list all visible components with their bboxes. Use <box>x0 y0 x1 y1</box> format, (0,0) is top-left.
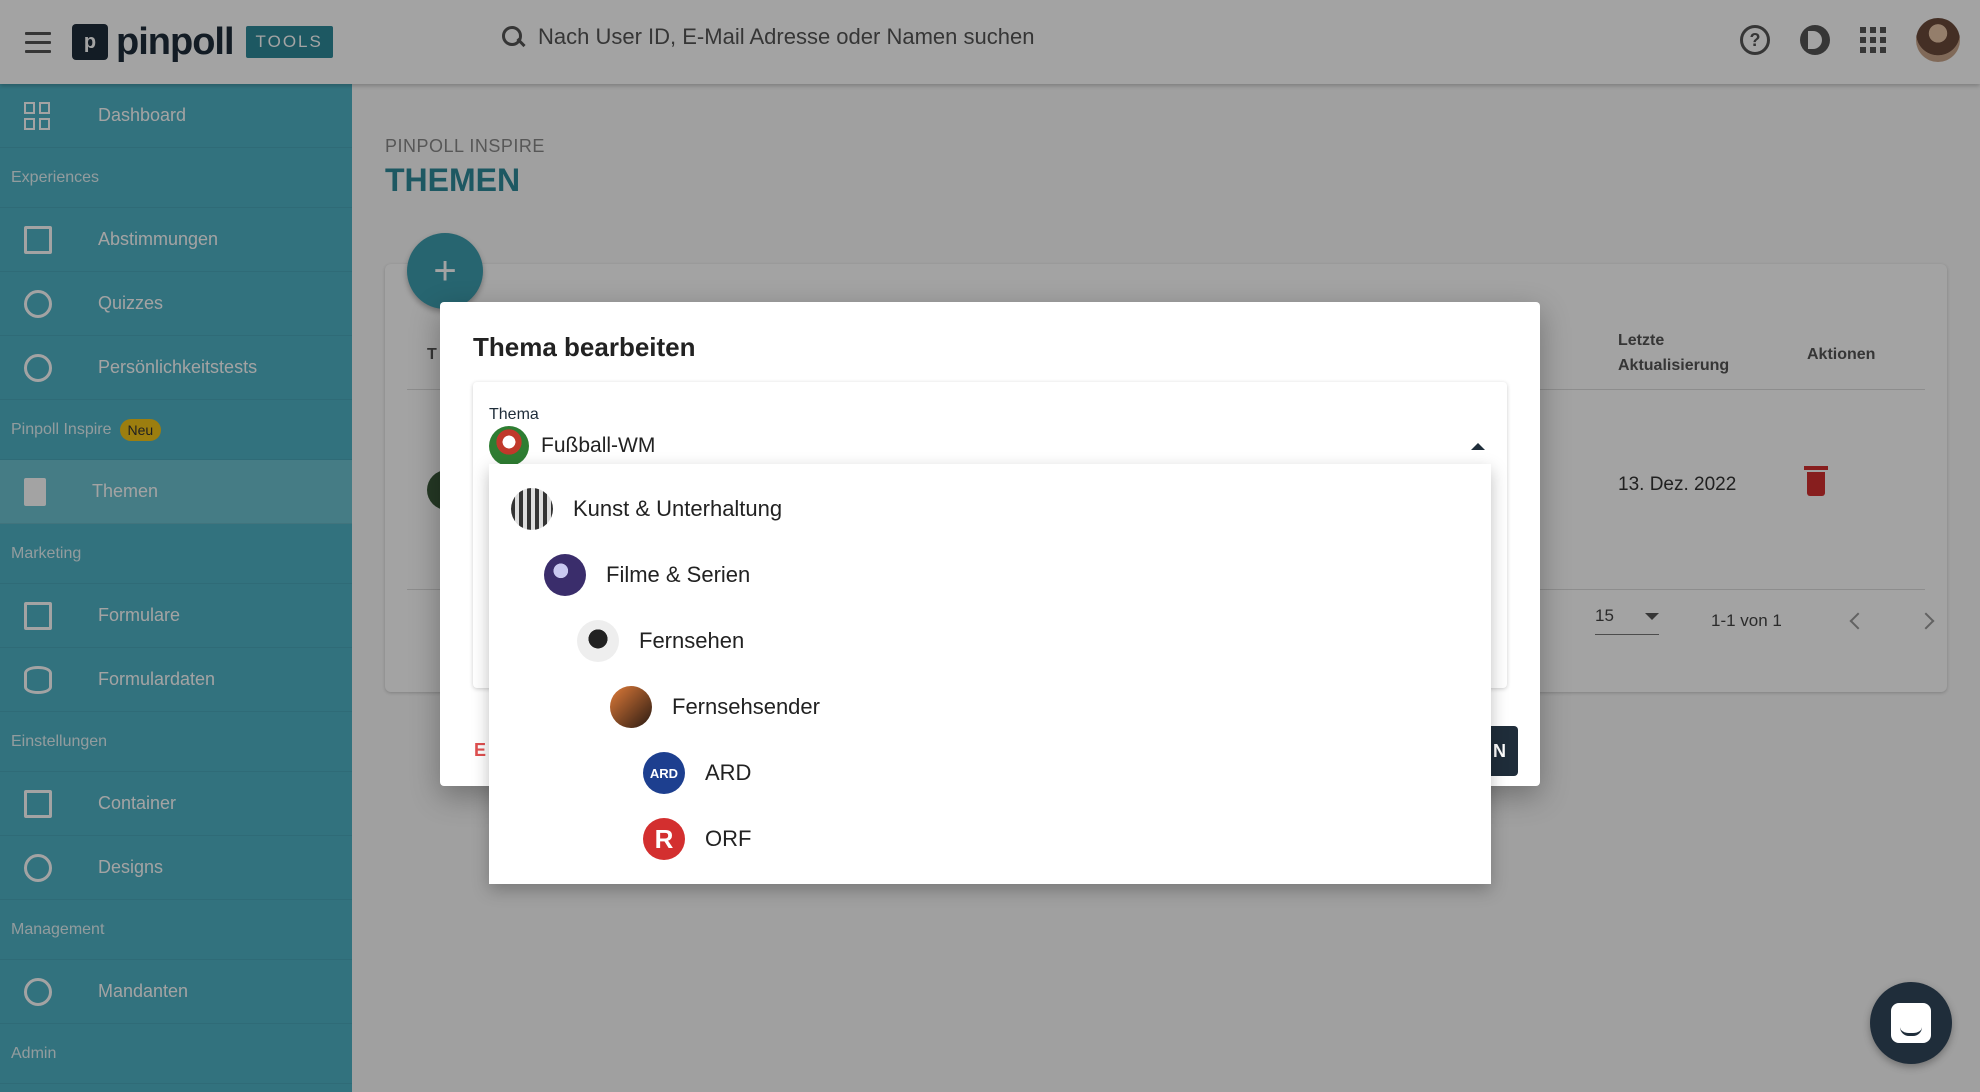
option-fernsehen[interactable]: Fernsehen <box>577 608 744 674</box>
ard-logo-icon: ARD <box>643 752 685 794</box>
theme-options-list: Kunst & Unterhaltung Filme & Serien Fern… <box>489 464 1491 884</box>
option-ard[interactable]: ARD ARD <box>643 740 751 806</box>
option-orf[interactable]: R ORF <box>643 806 751 872</box>
theme-thumbnail <box>489 426 529 466</box>
chat-icon <box>1891 1003 1931 1043</box>
option-thumbnail <box>544 554 586 596</box>
option-label: Fernsehsender <box>672 694 820 719</box>
theme-field-label: Thema <box>489 406 539 423</box>
option-label: Kunst & Unterhaltung <box>573 496 783 521</box>
option-kunst-unterhaltung[interactable]: Kunst & Unterhaltung <box>511 476 782 542</box>
chat-launcher-button[interactable] <box>1870 982 1952 1064</box>
dialog-title: Thema bearbeiten <box>473 332 696 362</box>
option-label: Fernsehen <box>639 628 745 653</box>
option-label: ARD <box>705 760 752 785</box>
orf-logo-icon: R <box>643 818 685 860</box>
theme-input[interactable] <box>541 434 1441 458</box>
option-thumbnail <box>610 686 652 728</box>
option-label: ORF <box>705 826 752 851</box>
option-thumbnail <box>577 620 619 662</box>
chevron-up-icon[interactable] <box>1471 442 1485 450</box>
delete-button[interactable]: E <box>474 740 486 761</box>
option-fernsehsender[interactable]: Fernsehsender <box>610 674 820 740</box>
option-label: Filme & Serien <box>606 562 751 587</box>
option-thumbnail <box>511 488 553 530</box>
option-filme-serien[interactable]: Filme & Serien <box>544 542 750 608</box>
